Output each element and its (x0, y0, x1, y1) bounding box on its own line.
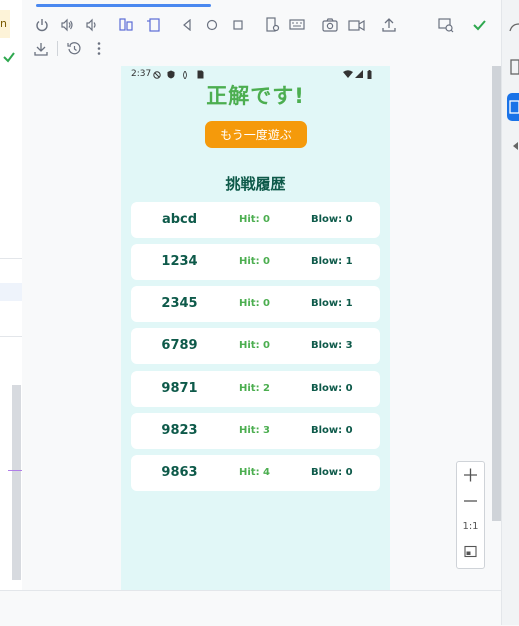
zoom-in-button[interactable] (457, 466, 484, 484)
left-marker (8, 470, 22, 471)
left-badge: n (0, 10, 10, 38)
hit-count: Hit: 0 (239, 256, 271, 267)
upload-icon[interactable] (382, 17, 396, 32)
guess-value: 1234 (161, 254, 198, 269)
blow-count: Blow: 1 (311, 256, 353, 267)
blow-count: Blow: 1 (311, 298, 353, 309)
rotate-right-icon[interactable] (145, 17, 161, 33)
video-icon[interactable] (348, 18, 365, 32)
history-row: abcd Hit: 0 Blow: 0 (131, 202, 380, 238)
status-time: 2:37 (131, 69, 152, 79)
history-row: 9871 Hit: 2 Blow: 0 (131, 371, 380, 407)
home-icon[interactable] (206, 19, 218, 31)
result-title: 正解です! (206, 84, 305, 108)
zoom-fit-button[interactable] (457, 545, 484, 559)
keyboard-icon[interactable] (289, 17, 305, 33)
device-scrollbar[interactable] (492, 66, 501, 521)
volume-down-icon[interactable] (85, 18, 99, 32)
running-devices-tab[interactable] (507, 93, 519, 121)
play-again-button[interactable]: もう一度遊ぶ (205, 121, 307, 148)
power-icon[interactable] (35, 18, 49, 32)
blow-count: Blow: 0 (311, 214, 353, 225)
guess-value: abcd (161, 212, 198, 227)
hit-count: Hit: 0 (239, 214, 271, 225)
toolbar-divider (57, 41, 58, 56)
zoom-controls: 1:1 (456, 461, 485, 569)
zoom-one-to-one-button[interactable]: 1:1 (457, 521, 484, 532)
guess-value: 9823 (161, 423, 198, 438)
blow-count: Blow: 3 (311, 340, 353, 351)
device-icon[interactable] (510, 59, 519, 75)
overview-icon[interactable] (232, 19, 244, 31)
hit-count: Hit: 3 (239, 425, 271, 436)
guess-value: 9863 (161, 465, 198, 480)
blow-count: Blow: 0 (311, 467, 353, 478)
camera-icon[interactable] (322, 18, 338, 32)
hit-count: Hit: 0 (239, 340, 271, 351)
shield-icon (167, 70, 175, 79)
history-title: 挑戦履歴 (225, 175, 286, 193)
download-icon[interactable] (34, 41, 48, 56)
bottom-bar (0, 590, 501, 626)
guess-value: 9871 (161, 381, 198, 396)
dnd-icon (153, 71, 161, 79)
back-icon[interactable] (181, 19, 193, 31)
collapse-icon[interactable] (511, 141, 519, 151)
history-row: 2345 Hit: 0 Blow: 1 (131, 286, 380, 322)
emulator-toolbar (22, 0, 501, 66)
divider (0, 336, 22, 337)
zoom-out-button[interactable] (457, 492, 484, 510)
guess-value: 6789 (161, 338, 198, 353)
hit-count: Hit: 2 (239, 383, 271, 394)
history-row: 1234 Hit: 0 Blow: 1 (131, 244, 380, 280)
wifi-icon (343, 70, 353, 78)
check-icon[interactable] (472, 18, 487, 32)
guess-value: 2345 (161, 296, 198, 311)
loading-progress (36, 4, 211, 7)
battery-icon (367, 70, 372, 79)
volume-up-icon[interactable] (60, 18, 74, 32)
blow-count: Blow: 0 (311, 425, 353, 436)
history-row: 6789 Hit: 0 Blow: 3 (131, 328, 380, 364)
blow-count: Blow: 0 (311, 383, 353, 394)
sim-icon (197, 70, 204, 79)
check-icon (2, 50, 16, 64)
left-selected-row[interactable] (0, 283, 22, 301)
signal-icon (355, 70, 363, 78)
hit-count: Hit: 0 (239, 298, 271, 309)
history-row: 9863 Hit: 4 Blow: 0 (131, 455, 380, 491)
history-row: 9823 Hit: 3 Blow: 0 (131, 413, 380, 449)
divider (0, 258, 22, 259)
rotate-left-icon[interactable] (118, 17, 134, 33)
mirror-icon[interactable] (438, 17, 454, 33)
left-scrollbar[interactable] (12, 385, 21, 580)
tool-icon[interactable] (509, 21, 519, 35)
nfc-icon (182, 71, 188, 79)
more-icon[interactable] (96, 41, 102, 56)
hit-count: Hit: 4 (239, 467, 271, 478)
device-settings-icon[interactable] (265, 17, 280, 33)
history-icon[interactable] (67, 41, 82, 56)
